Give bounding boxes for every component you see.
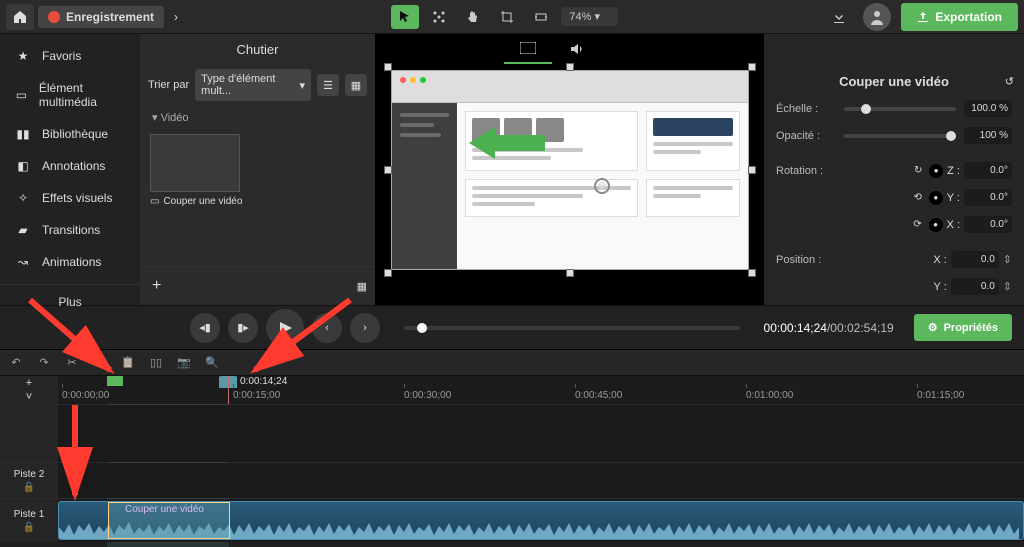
sidebar-item-transitions[interactable]: ▰Transitions <box>0 214 140 246</box>
next-frame-button[interactable]: ▮▸ <box>228 313 258 343</box>
playback-bar: ◂▮ ▮▸ ‹ › 00:00:14;24/00:02:54;19 ⚙Propr… <box>0 305 1024 349</box>
media-bin: Chutier Trier par Type d'élément mult...… <box>140 34 375 305</box>
bin-category: ▾ Vidéo <box>140 105 375 130</box>
scale-slider[interactable] <box>844 107 956 111</box>
pan-tool[interactable] <box>459 5 487 29</box>
export-button[interactable]: Exportation <box>901 3 1018 31</box>
bin-arrange-button[interactable]: ▦ <box>357 280 367 293</box>
rot-x-value[interactable]: 0.0° <box>964 216 1012 233</box>
opacity-slider[interactable] <box>844 134 956 138</box>
star-icon: ★ <box>14 49 32 63</box>
user-button[interactable] <box>863 3 891 31</box>
cut-button[interactable]: ✂ <box>62 353 82 373</box>
prev-frame-button[interactable]: ◂▮ <box>190 313 220 343</box>
transition-icon: ▰ <box>14 223 32 237</box>
track-options-button[interactable]: ˅ <box>26 391 32 403</box>
resize-handle[interactable] <box>566 63 574 71</box>
properties-button[interactable]: ⚙Propriétés <box>914 314 1012 341</box>
books-icon: ▮▮ <box>14 127 32 141</box>
lock-icon[interactable]: 🔒 <box>23 482 35 493</box>
canvas[interactable]: ✥ <box>375 34 764 305</box>
rotate-y-icon[interactable]: ⟲ <box>911 191 925 205</box>
motion-icon: ↝ <box>14 255 32 269</box>
timeline-clip[interactable]: Couper une vidéo <box>58 501 1024 540</box>
canvas-tab-visual[interactable] <box>504 34 552 64</box>
split-button[interactable]: ▯▯ <box>146 353 166 373</box>
sidebar-item-annotations[interactable]: ◧Annotations <box>0 150 140 182</box>
pos-x-value[interactable]: 0.0 <box>951 251 999 268</box>
reset-button[interactable]: ↺ <box>1005 75 1014 88</box>
sidebar-item-library[interactable]: ▮▮Bibliothèque <box>0 118 140 150</box>
group-tool[interactable] <box>425 5 453 29</box>
paste-button[interactable]: 📋 <box>118 353 138 373</box>
timecode: 00:00:14;24/00:02:54;19 <box>764 321 894 335</box>
rotate-cw-icon[interactable]: ↻ <box>911 164 925 178</box>
timeline: ↶ ↷ ✂ ⧉ 📋 ▯▯ 📷 🔍 +˅ 0:00:14;24 0:00:00;0… <box>0 349 1024 547</box>
film-icon: ▭ <box>150 196 159 207</box>
next-clip-button[interactable]: › <box>350 313 380 343</box>
record-button[interactable]: Enregistrement <box>38 6 164 28</box>
pos-y-value[interactable]: 0.0 <box>951 278 999 295</box>
gear-icon: ⚙ <box>928 321 938 334</box>
opacity-value[interactable]: 100 % <box>964 127 1012 144</box>
copy-button[interactable]: ⧉ <box>90 353 110 373</box>
prev-clip-button[interactable]: ‹ <box>312 313 342 343</box>
bin-thumbnail[interactable] <box>150 134 240 192</box>
sort-dropdown[interactable]: Type d'élément mult...▾ <box>195 69 311 101</box>
scrubber[interactable] <box>404 326 740 330</box>
record-label: Enregistrement <box>66 10 154 24</box>
canvas-tab-audio[interactable] <box>552 34 600 64</box>
resize-handle[interactable] <box>748 166 756 174</box>
track-1[interactable]: Piste 1🔒 Couper une vidéo <box>0 498 1024 542</box>
callout-icon: ◧ <box>14 159 32 173</box>
canvas-selected-clip[interactable]: ✥ <box>391 70 749 270</box>
resize-handle[interactable] <box>566 269 574 277</box>
props-title: Couper une vidéo <box>839 74 949 89</box>
sort-label: Trier par <box>148 79 189 91</box>
undo-button[interactable]: ↶ <box>6 353 26 373</box>
add-track-button[interactable]: + <box>26 377 32 389</box>
view-grid-button[interactable]: ▦ <box>345 74 367 96</box>
resize-tool[interactable] <box>527 5 555 29</box>
zoom-select[interactable]: 74% ▾ <box>561 7 618 26</box>
scale-value[interactable]: 100.0 % <box>964 100 1012 117</box>
properties-panel: Couper une vidéo↺ Échelle :100.0 % Opaci… <box>764 34 1024 305</box>
zoom-timeline[interactable]: 🔍 <box>202 353 222 373</box>
record-dot-icon <box>48 11 60 23</box>
resize-handle[interactable] <box>748 63 756 71</box>
camera-button[interactable]: 📷 <box>174 353 194 373</box>
lock-icon[interactable]: 🔒 <box>23 522 35 533</box>
select-tool[interactable] <box>391 5 419 29</box>
sidebar-item-media[interactable]: ▭Élément multimédia <box>0 72 140 118</box>
resize-handle[interactable] <box>748 269 756 277</box>
redo-button[interactable]: ↷ <box>34 353 54 373</box>
rot-z-value[interactable]: 0.0° <box>964 162 1012 179</box>
track-2[interactable]: Piste 2🔒 <box>0 462 1024 498</box>
bin-item[interactable]: ▭Couper une vidéo <box>150 134 365 207</box>
view-list-button[interactable]: ☰ <box>317 74 339 96</box>
play-button[interactable] <box>266 309 304 347</box>
add-media-button[interactable]: + <box>148 273 165 299</box>
sidebar-item-effects[interactable]: ✧Effets visuels <box>0 182 140 214</box>
export-icon <box>917 11 929 23</box>
sidebar-item-favorites[interactable]: ★Favoris <box>0 40 140 72</box>
resize-handle[interactable] <box>384 269 392 277</box>
rotate-x-icon[interactable]: ⟳ <box>911 218 925 232</box>
record-chevron[interactable]: › <box>168 10 184 24</box>
resize-handle[interactable] <box>384 63 392 71</box>
crop-tool[interactable] <box>493 5 521 29</box>
rot-y-value[interactable]: 0.0° <box>964 189 1012 206</box>
bin-title: Chutier <box>140 34 375 65</box>
film-icon: ▭ <box>14 88 29 102</box>
home-button[interactable] <box>6 4 34 30</box>
resize-handle[interactable] <box>384 166 392 174</box>
download-button[interactable] <box>825 3 853 31</box>
wand-icon: ✧ <box>14 191 32 205</box>
sidebar: ★Favoris ▭Élément multimédia ▮▮Bibliothè… <box>0 34 140 305</box>
sidebar-item-animations[interactable]: ↝Animations <box>0 246 140 278</box>
timeline-ruler[interactable]: +˅ 0:00:14;24 0:00:00;00 0:00:15;00 0:00… <box>58 376 1024 404</box>
sidebar-more[interactable]: Plus <box>0 284 140 319</box>
in-marker[interactable] <box>107 376 123 386</box>
